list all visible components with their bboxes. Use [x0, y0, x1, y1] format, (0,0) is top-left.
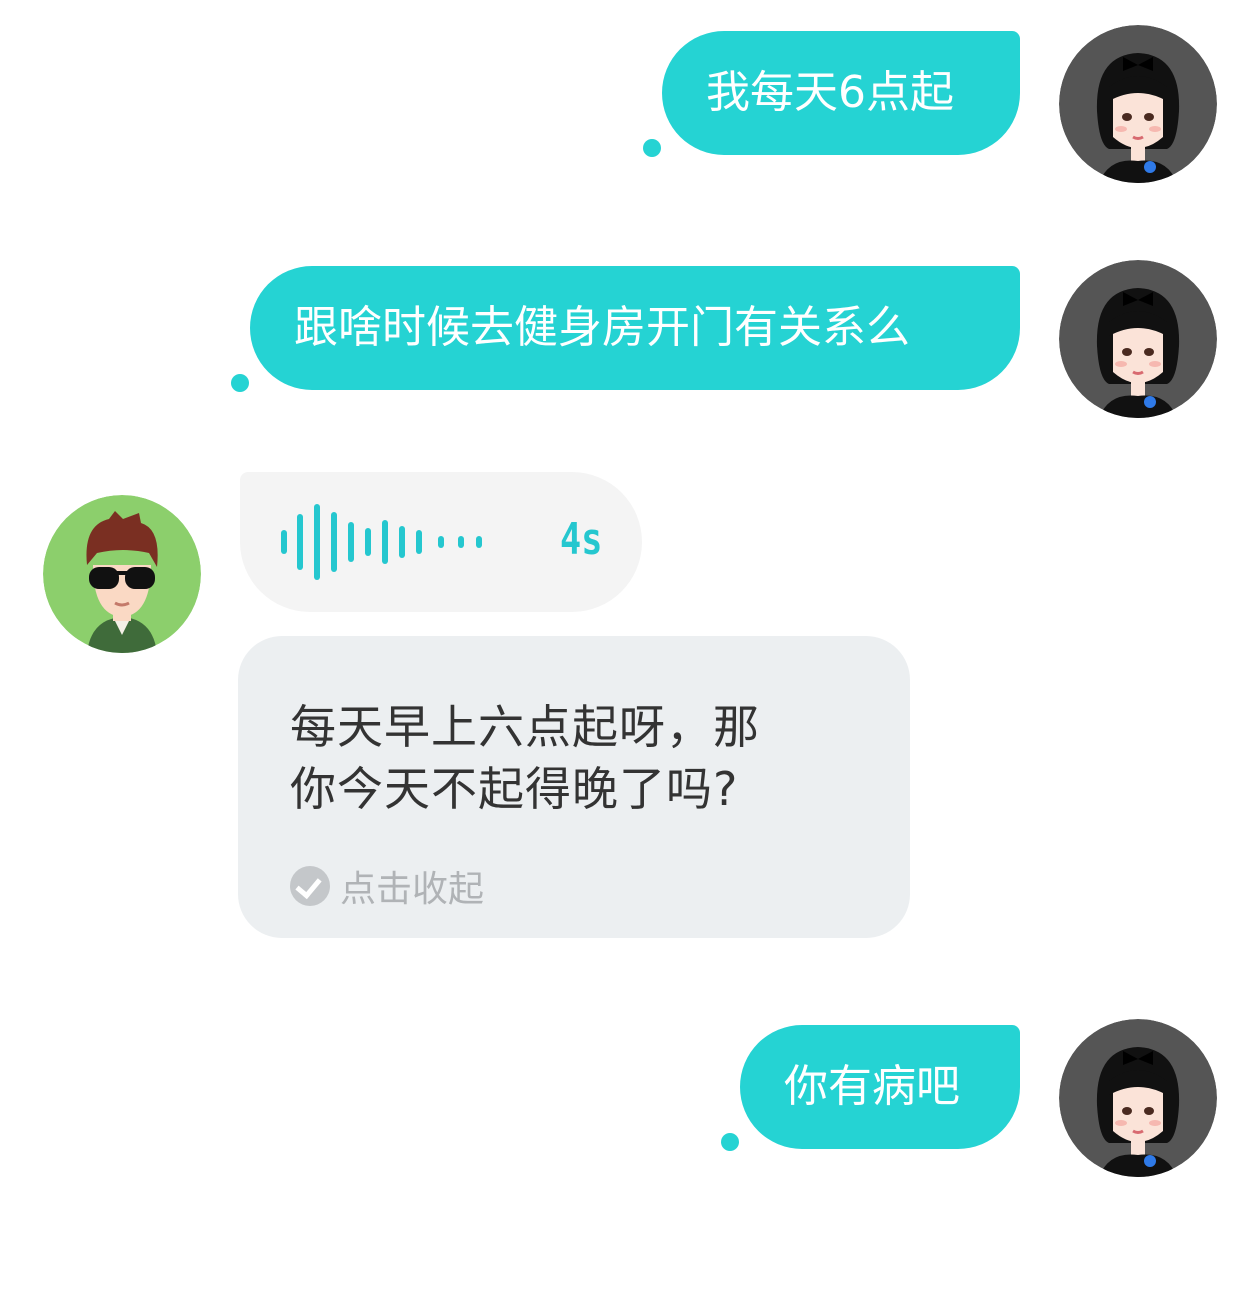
collapse-transcript-button[interactable]: 点击收起: [290, 860, 484, 912]
transcript-line: 你今天不起得晚了吗?: [290, 762, 739, 816]
message-bubble-outgoing[interactable]: 跟啥时候去健身房开门有关系么: [250, 266, 1020, 390]
voice-transcript-card: 每天早上六点起呀，那 你今天不起得晚了吗? 点击收起: [238, 636, 910, 938]
female-avatar[interactable]: [1059, 25, 1217, 183]
male-avatar[interactable]: [43, 495, 201, 653]
transcript-text: 每天早上六点起呀，那 你今天不起得晚了吗?: [290, 696, 870, 820]
message-text: 我每天6点起: [706, 67, 954, 118]
bubble-tail-dot: [721, 1133, 739, 1151]
female-avatar[interactable]: [1059, 1019, 1217, 1177]
message-text: 你有病吧: [784, 1061, 960, 1112]
bubble-tail-dot: [231, 374, 249, 392]
female-avatar[interactable]: [1059, 260, 1217, 418]
check-circle-icon: [290, 866, 330, 906]
voice-message-bubble[interactable]: 4s: [240, 472, 642, 612]
voice-duration: 4s: [560, 514, 603, 565]
message-bubble-outgoing[interactable]: 你有病吧: [740, 1025, 1020, 1149]
collapse-label: 点击收起: [340, 869, 485, 910]
transcript-line: 每天早上六点起呀，那: [290, 700, 760, 754]
message-text: 跟啥时候去健身房开门有关系么: [294, 302, 910, 353]
bubble-tail-dot: [643, 139, 661, 157]
message-bubble-outgoing[interactable]: 我每天6点起: [662, 31, 1020, 155]
voice-waveform-icon: [281, 504, 482, 580]
